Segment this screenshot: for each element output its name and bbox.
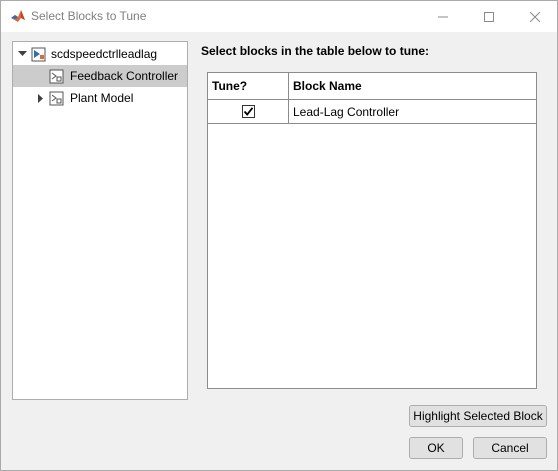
- tree-item-plant-model[interactable]: Plant Model: [13, 87, 187, 109]
- column-header-tune[interactable]: Tune?: [208, 73, 289, 100]
- chevron-down-icon[interactable]: [17, 49, 27, 59]
- model-block-icon: [31, 47, 46, 61]
- block-tree: scdspeedctrlleadlag Feedback Controller …: [12, 41, 188, 400]
- close-icon: [530, 11, 540, 22]
- column-header-block-name[interactable]: Block Name: [289, 73, 536, 100]
- ok-button[interactable]: OK: [409, 437, 463, 459]
- tune-checkbox-cell[interactable]: [208, 100, 289, 124]
- maximize-icon: [484, 11, 494, 22]
- chevron-right-icon[interactable]: [36, 93, 46, 103]
- tree-item-label: scdspeedctrlleadlag: [51, 47, 158, 61]
- tree-item-root[interactable]: scdspeedctrlleadlag: [13, 43, 187, 65]
- cancel-button[interactable]: Cancel: [473, 437, 547, 459]
- tree-item-label: Plant Model: [70, 91, 134, 105]
- highlight-selected-block-button[interactable]: Highlight Selected Block: [409, 405, 547, 427]
- blocks-table: Tune? Block Name Lead-Lag Controller: [207, 72, 537, 389]
- minimize-icon: [438, 16, 448, 17]
- close-button[interactable]: [512, 1, 558, 32]
- minimize-button[interactable]: [420, 1, 466, 32]
- title-bar: Select Blocks to Tune: [1, 1, 557, 32]
- subsystem-icon: [49, 91, 64, 105]
- instruction-label: Select blocks in the table below to tune…: [201, 44, 430, 58]
- subsystem-icon: [49, 69, 64, 83]
- checkmark-icon: [243, 107, 253, 116]
- select-blocks-dialog: Select Blocks to Tune scdspeedctrlleadla…: [0, 0, 558, 471]
- window-title: Select Blocks to Tune: [31, 9, 147, 23]
- tree-item-feedback-controller[interactable]: Feedback Controller: [13, 65, 187, 87]
- matlab-logo-icon: [11, 10, 25, 22]
- tune-checkbox[interactable]: [241, 105, 255, 118]
- tree-item-label: Feedback Controller: [70, 69, 179, 83]
- block-name-cell[interactable]: Lead-Lag Controller: [289, 100, 536, 124]
- maximize-button[interactable]: [466, 1, 512, 32]
